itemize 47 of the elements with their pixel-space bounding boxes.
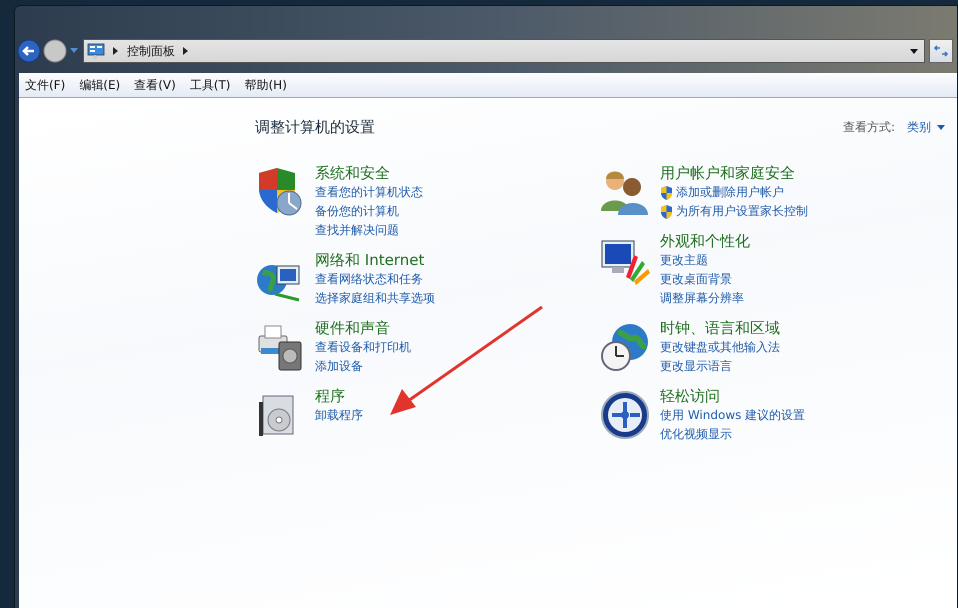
menu-item[interactable]: 查看(V): [134, 76, 176, 94]
category-title-link[interactable]: 系统和安全: [315, 163, 423, 183]
task-link[interactable]: 优化视频显示: [660, 425, 732, 444]
accessibility-icon[interactable]: [600, 390, 650, 440]
task-link[interactable]: 添加或删除用户帐户: [676, 183, 784, 202]
back-button[interactable]: [17, 39, 41, 63]
category-title-link[interactable]: 用户帐户和家庭安全: [660, 163, 808, 183]
task-link[interactable]: 更改主题: [660, 251, 708, 270]
task-link[interactable]: 查看您的计算机状态: [315, 183, 423, 202]
category-title-link[interactable]: 硬件和声音: [315, 318, 411, 338]
address-bar[interactable]: 控制面板: [83, 39, 925, 63]
forward-button[interactable]: [43, 39, 67, 63]
dropdown-caret-icon[interactable]: [910, 48, 918, 54]
view-by-label: 查看方式:: [842, 119, 895, 136]
category-title-link[interactable]: 网络和 Internet: [315, 250, 435, 270]
breadcrumb-arrow-icon[interactable]: [183, 47, 189, 55]
task-link[interactable]: 查看设备和打印机: [315, 338, 411, 357]
menu-item[interactable]: 帮助(H): [244, 76, 287, 94]
task-link[interactable]: 使用 Windows 建议的设置: [660, 406, 806, 425]
task-link[interactable]: 更改键盘或其他输入法: [660, 338, 780, 357]
category-title-link[interactable]: 外观和个性化: [660, 231, 750, 251]
breadcrumb[interactable]: 控制面板: [127, 42, 175, 60]
menu-item[interactable]: 工具(T): [190, 76, 230, 94]
menu-item[interactable]: 编辑(E): [79, 76, 120, 94]
category-title-link[interactable]: 程序: [315, 386, 363, 406]
task-link[interactable]: 选择家庭组和共享选项: [315, 289, 435, 308]
task-link[interactable]: 调整屏幕分辨率: [660, 289, 744, 308]
view-by-dropdown[interactable]: 类别: [907, 119, 931, 136]
task-link[interactable]: 查找并解决问题: [315, 221, 399, 240]
category-title-link[interactable]: 时钟、语言和区域: [660, 318, 780, 338]
menu-item[interactable]: 文件(F): [25, 76, 66, 94]
breadcrumb-arrow-icon[interactable]: [113, 47, 119, 55]
dropdown-caret-icon[interactable]: [937, 125, 945, 130]
task-link[interactable]: 为所有用户设置家长控制: [676, 202, 808, 221]
globe-clock-icon[interactable]: [600, 322, 650, 372]
refresh-icon: [933, 45, 949, 57]
page-title: 调整计算机的设置: [255, 118, 375, 137]
task-link[interactable]: 更改桌面背景: [660, 270, 732, 289]
task-link[interactable]: 添加设备: [315, 357, 363, 376]
task-link[interactable]: 备份您的计算机: [315, 202, 399, 221]
category-title-link[interactable]: 轻松访问: [660, 386, 806, 406]
task-link[interactable]: 查看网络状态和任务: [315, 270, 423, 289]
task-link[interactable]: 卸载程序: [315, 406, 363, 425]
history-dropdown-icon[interactable]: [70, 48, 78, 54]
task-link[interactable]: 更改显示语言: [660, 357, 732, 376]
refresh-button[interactable]: [929, 39, 953, 63]
control-panel-icon: [87, 43, 105, 59]
